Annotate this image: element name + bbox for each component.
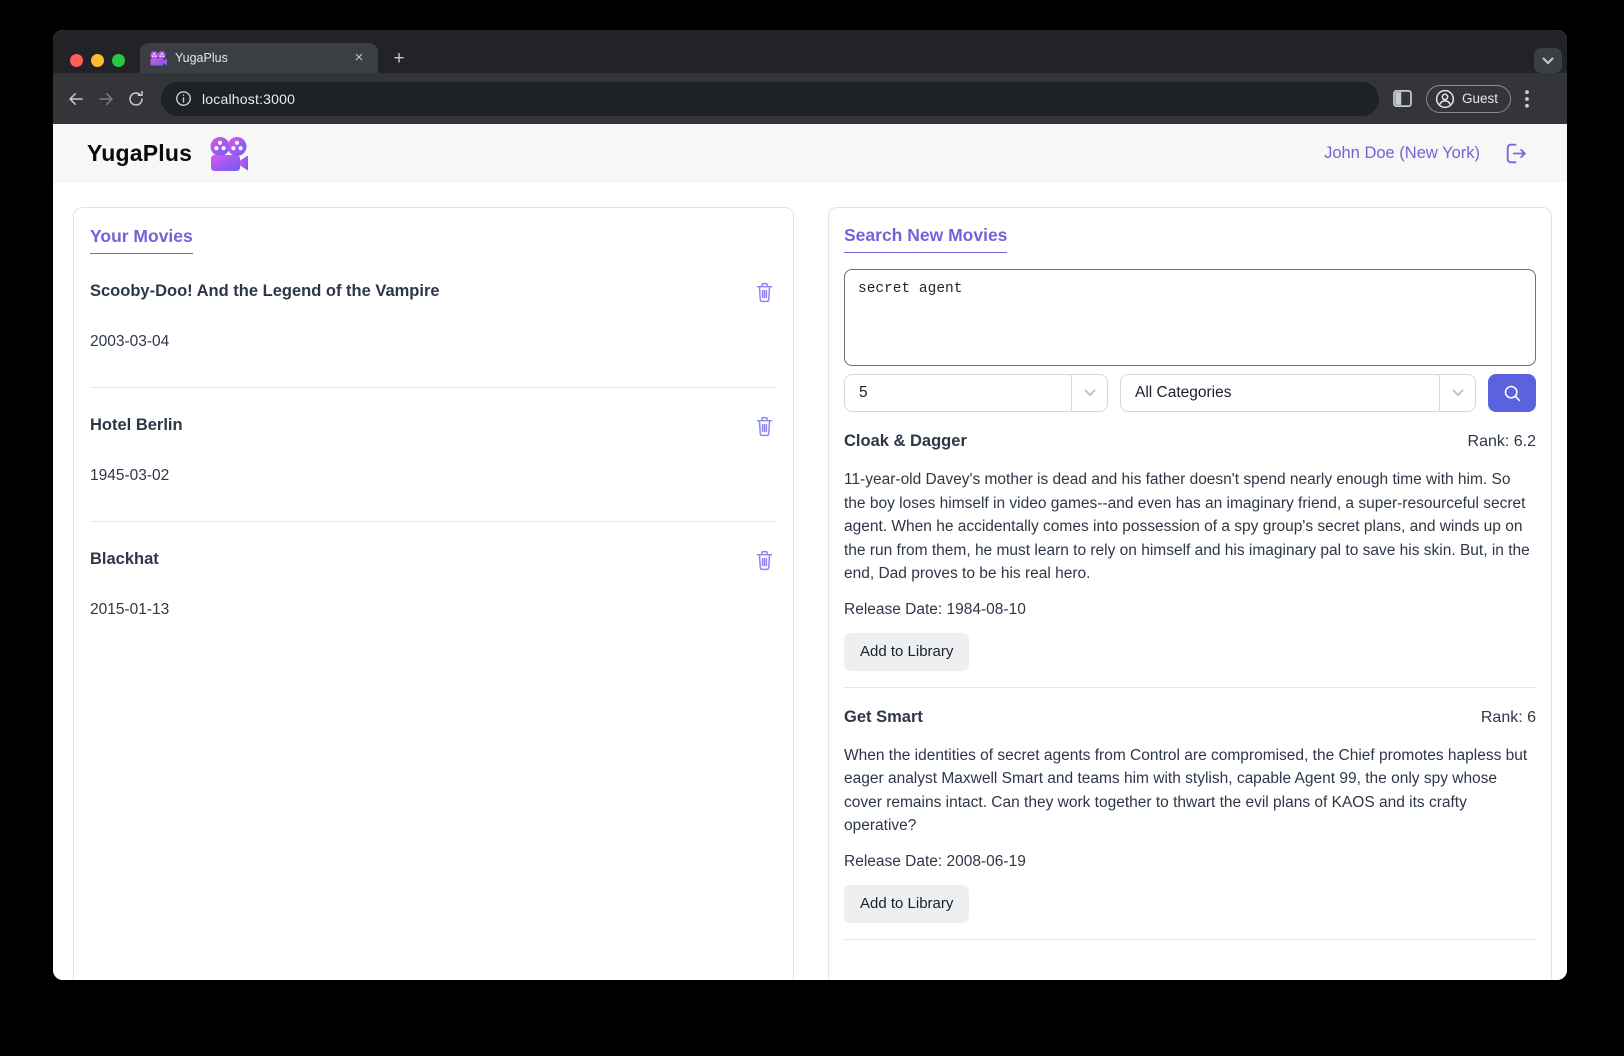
tab-strip: YugaPlus × + — [53, 30, 1567, 73]
toolbar-right: Guest — [1393, 84, 1529, 113]
url-text: localhost:3000 — [202, 90, 296, 107]
chevron-down-icon — [1452, 389, 1463, 396]
close-window-button[interactable] — [70, 54, 83, 67]
category-value: All Categories — [1135, 384, 1232, 401]
your-movies-panel: Your Movies Scooby-Doo! And the Legend o… — [73, 207, 794, 980]
browser-menu-icon[interactable] — [1525, 89, 1529, 108]
tab-search-button[interactable] — [1534, 48, 1562, 73]
page-content: YugaPlus John Doe (New York) Your Movies… — [53, 124, 1567, 980]
tab-close-icon[interactable]: × — [350, 49, 368, 67]
app-header: YugaPlus John Doe (New York) — [53, 124, 1567, 183]
library-movie-row: Hotel Berlin 1945-03-02 — [90, 388, 777, 522]
movie-release-date: 1945-03-02 — [90, 467, 170, 484]
movie-release-date: 2015-01-13 — [90, 601, 170, 618]
result-release-date: Release Date: 1984-08-10 — [844, 600, 1026, 618]
category-select[interactable]: All Categories — [1120, 374, 1476, 412]
tab-favicon-movie-camera-icon — [150, 50, 167, 66]
delete-movie-button[interactable] — [751, 546, 777, 572]
result-divider — [844, 686, 1536, 688]
search-query-input[interactable]: secret agent — [844, 269, 1536, 366]
profile-button[interactable]: Guest — [1426, 84, 1512, 113]
library-movie-row: Scooby-Doo! And the Legend of the Vampir… — [90, 254, 777, 388]
forward-arrow-icon — [99, 92, 113, 105]
trash-icon — [756, 550, 772, 570]
minimize-window-button[interactable] — [91, 54, 104, 67]
search-panel: Search New Movies secret agent 5 All Cat… — [828, 207, 1552, 980]
back-button[interactable] — [61, 84, 91, 114]
result-divider — [844, 938, 1536, 940]
result-limit-select[interactable]: 5 — [844, 374, 1108, 412]
result-release-date: Release Date: 2008-06-19 — [844, 852, 1026, 870]
guest-label: Guest — [1462, 91, 1499, 106]
user-name: John Doe (New York) — [1324, 144, 1480, 162]
side-panel-icon[interactable] — [1393, 90, 1412, 107]
user-zone: John Doe (New York) — [1324, 140, 1529, 167]
browser-window: YugaPlus × + localhost:3000 Guest YugaPl… — [53, 30, 1567, 980]
add-to-library-button[interactable]: Add to Library — [844, 632, 970, 671]
result-title: Get Smart — [844, 707, 923, 726]
back-arrow-icon — [69, 92, 83, 105]
reload-icon — [129, 90, 143, 106]
library-movie-row: Blackhat 2015-01-13 — [90, 522, 777, 655]
forward-button[interactable] — [91, 84, 121, 114]
logout-icon[interactable] — [1502, 140, 1529, 167]
search-button[interactable] — [1488, 374, 1536, 412]
result-rank: Rank: 6 — [1480, 708, 1536, 726]
chevron-down-icon — [1084, 389, 1095, 396]
result-title: Cloak & Dagger — [844, 432, 967, 450]
delete-movie-button[interactable] — [751, 412, 777, 438]
guest-avatar-icon — [1435, 89, 1455, 108]
movie-camera-logo-icon — [210, 136, 249, 172]
trash-icon — [756, 416, 772, 436]
tab-title: YugaPlus — [175, 51, 228, 65]
result-limit-value: 5 — [859, 384, 868, 401]
new-tab-button[interactable]: + — [386, 46, 412, 72]
address-bar[interactable]: localhost:3000 — [161, 81, 1379, 116]
select-chevron-zone — [1439, 375, 1475, 411]
your-movies-heading: Your Movies — [90, 226, 193, 254]
search-icon — [1504, 385, 1520, 401]
search-heading: Search New Movies — [844, 225, 1008, 253]
movie-title: Scooby-Doo! And the Legend of the Vampir… — [90, 281, 440, 300]
site-info-icon[interactable] — [175, 90, 192, 107]
app-title: YugaPlus — [87, 140, 193, 166]
reload-button[interactable] — [121, 84, 151, 114]
browser-tab[interactable]: YugaPlus × — [140, 43, 378, 73]
trash-icon — [756, 282, 772, 302]
browser-toolbar: localhost:3000 Guest — [53, 73, 1567, 124]
result-description: 11-year-old Davey's mother is dead and h… — [844, 471, 1530, 582]
delete-movie-button[interactable] — [751, 278, 777, 304]
chevron-down-icon — [1542, 57, 1554, 64]
movie-release-date: 2003-03-04 — [90, 333, 170, 350]
movie-title: Blackhat — [90, 549, 159, 568]
result-rank: Rank: 6.2 — [1467, 433, 1536, 450]
add-to-library-button[interactable]: Add to Library — [844, 884, 970, 923]
search-controls: 5 All Categories — [844, 374, 1536, 412]
window-controls — [70, 54, 125, 67]
search-result: Get Smart Rank: 6 When the identities of… — [844, 708, 1536, 940]
result-description: When the identities of secret agents fro… — [844, 746, 1528, 835]
movie-title: Hotel Berlin — [90, 415, 183, 434]
desktop-background: YugaPlus × + localhost:3000 Guest YugaPl… — [0, 0, 1624, 1056]
search-result: Cloak & Dagger Rank: 6.2 11-year-old Dav… — [844, 432, 1536, 688]
select-chevron-zone — [1071, 375, 1107, 411]
zoom-window-button[interactable] — [112, 54, 125, 67]
